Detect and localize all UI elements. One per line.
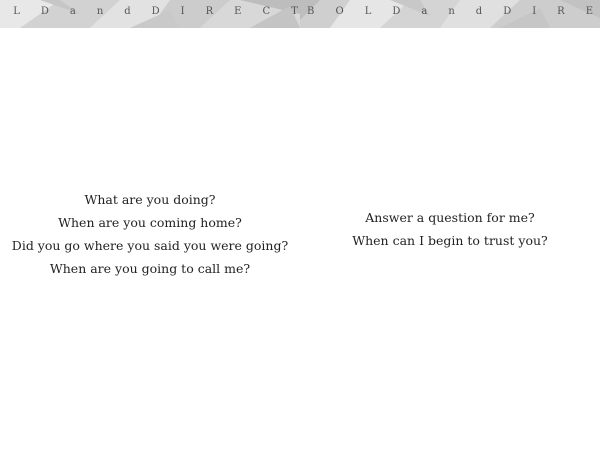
left-page: OLDandDIRECT What are you doing? When ar… [0, 0, 300, 450]
header-band-left: OLDandDIRECT [0, 0, 300, 28]
left-page-text: What are you doing? When are you coming … [0, 188, 300, 280]
right-page-text: Answer a question for me? When can I beg… [300, 206, 600, 252]
right-page: BOLDandDIREC Answer a question for me? W… [300, 0, 600, 450]
running-header-left: OLDandDIRECT [0, 6, 298, 17]
text-line: Did you go where you said you were going… [11, 238, 289, 253]
text-line: Answer a question for me? [365, 210, 535, 225]
header-band-right: BOLDandDIREC [300, 0, 600, 28]
text-line: What are you doing? [84, 192, 216, 207]
text-line: When are you coming home? [58, 215, 242, 230]
text-line: When are you going to call me? [49, 261, 251, 276]
text-line: When can I begin to trust you? [352, 233, 548, 248]
running-header-right: BOLDandDIREC [307, 6, 600, 17]
book-spread: OLDandDIRECT What are you doing? When ar… [0, 0, 600, 450]
